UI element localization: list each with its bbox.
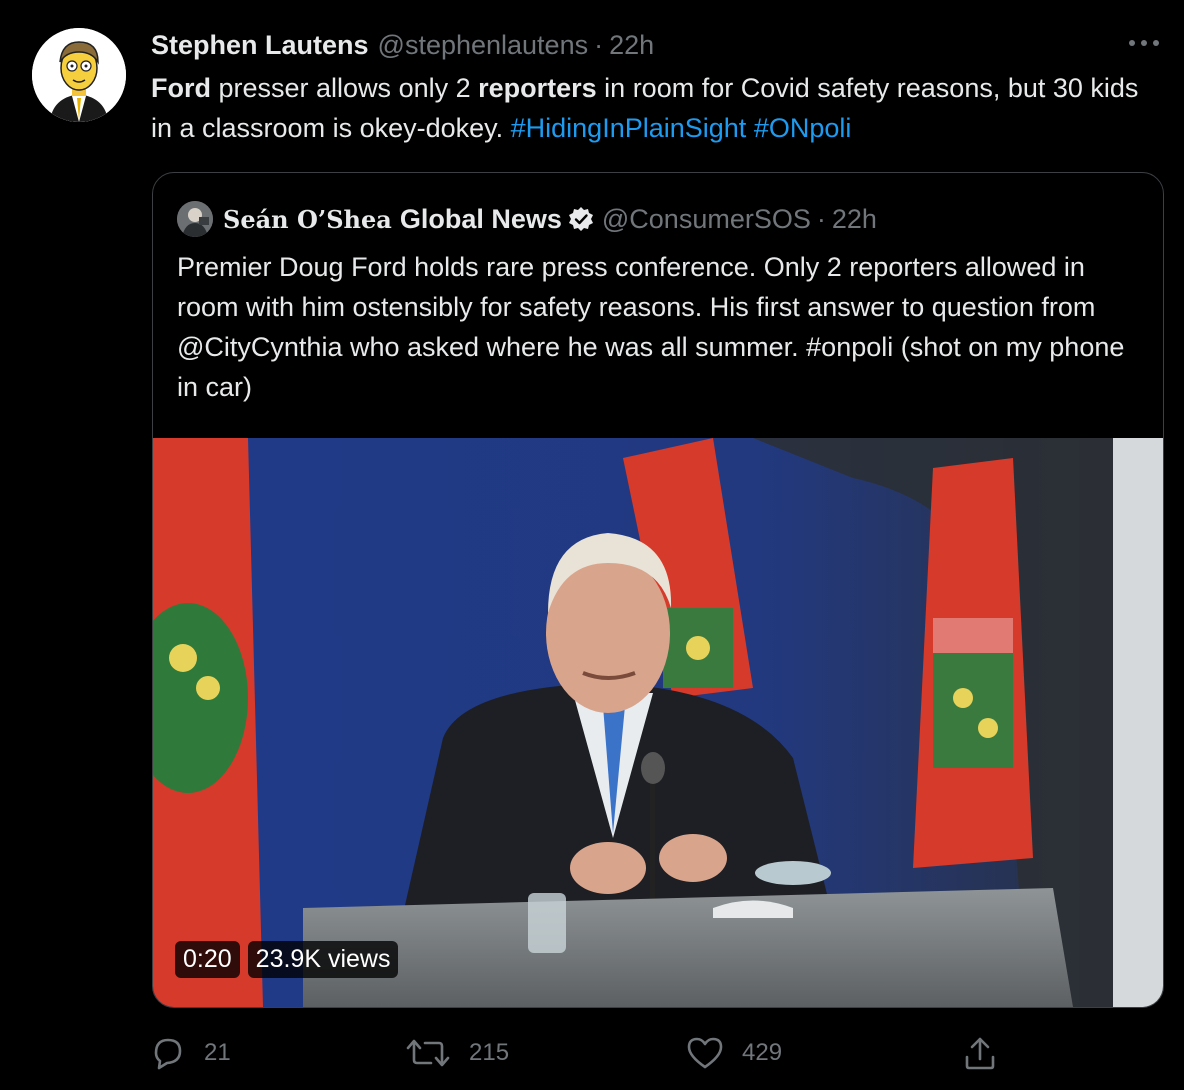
share-icon: [965, 1037, 995, 1070]
reply-button[interactable]: 21: [150, 1028, 231, 1078]
verified-badge-icon: [568, 207, 593, 231]
quoted-tweet-text: Premier Doug Ford holds rare press confe…: [177, 252, 1125, 402]
video-player[interactable]: 0:20 23.9K views: [153, 438, 1163, 1007]
video-duration: 0:20: [175, 941, 240, 978]
reply-count: 21: [204, 1039, 231, 1066]
tweet-text-part: presser allows only 2: [211, 73, 479, 103]
like-count: 429: [742, 1039, 783, 1066]
tweet-timestamp[interactable]: 22h: [609, 30, 654, 61]
quoted-tweet-timestamp[interactable]: 22h: [832, 204, 877, 235]
like-button[interactable]: 429: [686, 1028, 782, 1078]
more-options-button[interactable]: [1124, 28, 1164, 58]
tweet-text-bold-ford: Ford: [151, 73, 211, 103]
hashtag-link[interactable]: #ONpoli: [754, 113, 852, 143]
quoted-author-avatar[interactable]: [177, 201, 213, 237]
video-thumbnail: [153, 438, 1163, 1007]
separator-dot: ·: [594, 29, 604, 60]
retweet-count: 215: [469, 1039, 510, 1066]
tweet-text-bold-reporters: reporters: [478, 73, 597, 103]
retweet-button[interactable]: 215: [405, 1028, 509, 1078]
tweet-actions: 21 215 429: [150, 1028, 1030, 1078]
video-views: 23.9K views: [247, 941, 399, 978]
like-icon: [687, 1037, 723, 1069]
video-stats: 0:20 23.9K views: [175, 941, 399, 978]
tweet-header: Stephen Lautens @stephenlautens · 22h: [151, 28, 654, 62]
author-name[interactable]: Stephen Lautens: [151, 30, 369, 61]
more-horizontal-icon: [1129, 40, 1159, 46]
hashtag-link[interactable]: #HidingInPlainSight: [511, 113, 747, 143]
tweet-text: Ford presser allows only 2 reporters in …: [151, 68, 1161, 148]
separator-dot: ·: [816, 203, 826, 234]
share-button[interactable]: [962, 1028, 998, 1078]
quoted-tweet-header: Seán O’Shea Global News @ConsumerSOS · 2…: [177, 200, 877, 238]
author-avatar[interactable]: [32, 28, 126, 122]
tweet-text-space: [746, 113, 754, 143]
author-handle[interactable]: @stephenlautens: [378, 30, 589, 61]
quoted-author-handle[interactable]: @ConsumerSOS: [602, 204, 811, 235]
retweet-icon: [406, 1039, 450, 1067]
quoted-author-name[interactable]: Seán O’Shea: [223, 205, 392, 234]
quoted-tweet-card[interactable]: Seán O’Shea Global News @ConsumerSOS · 2…: [152, 172, 1164, 1008]
reply-icon: [154, 1038, 182, 1070]
quoted-author-name-affiliation[interactable]: Global News: [400, 204, 562, 235]
